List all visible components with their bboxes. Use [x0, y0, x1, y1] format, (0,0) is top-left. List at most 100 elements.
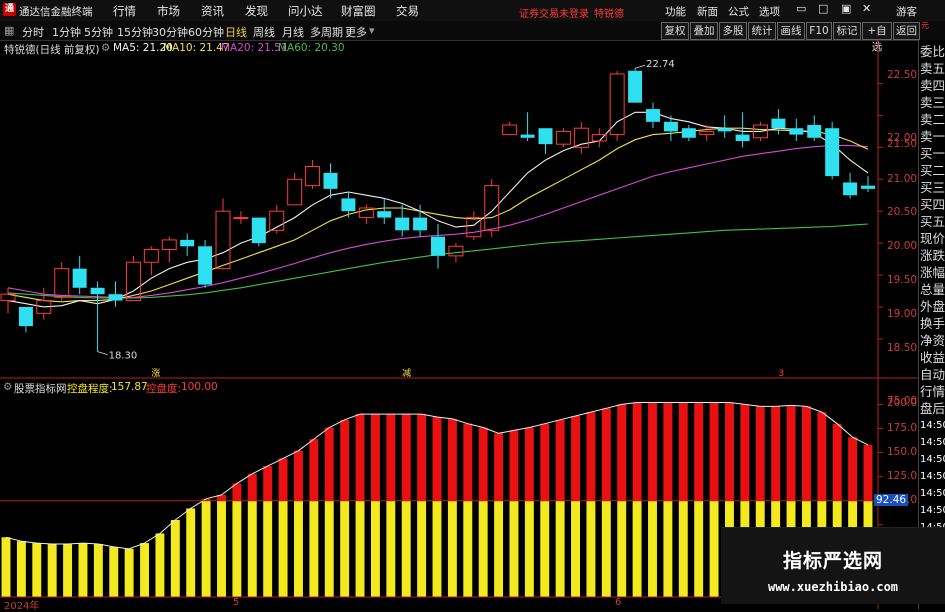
candle [0, 287, 16, 314]
control-bar [555, 419, 565, 597]
control-bar-base [263, 500, 273, 597]
candle-body [789, 128, 804, 135]
menu-market[interactable]: 市场 [157, 3, 180, 19]
period-5min[interactable]: 5分钟 [84, 24, 113, 40]
indicator-name: 股票指标网 [14, 383, 67, 395]
candle-body [72, 268, 87, 288]
multi-stock-button[interactable]: 多股 [719, 22, 747, 40]
candle-body [466, 217, 482, 238]
mark-button[interactable]: 标记 [833, 22, 861, 40]
control-bar-excess [540, 423, 550, 501]
menu-function[interactable]: 功能 [665, 4, 686, 19]
minimize-icon[interactable]: ▭ [796, 2, 806, 15]
control-bar-base [694, 500, 704, 597]
control-bar-excess [432, 416, 442, 501]
login-alert[interactable]: 证券交易未登录 [519, 5, 589, 20]
period-intraday[interactable]: 分时 [22, 24, 44, 40]
period-daily[interactable]: 日线 [225, 24, 247, 40]
menu-new-layout[interactable]: 新面 [697, 4, 718, 19]
candle-body [54, 268, 70, 298]
candle [843, 172, 858, 199]
menu-wealth[interactable]: 财富圈 [341, 3, 376, 19]
watermark-title: 指标严选网 [782, 550, 883, 572]
chevron-down-icon[interactable]: ▾ [369, 24, 375, 37]
candle-body [843, 182, 858, 196]
period-60min[interactable]: 60分钟 [188, 24, 224, 40]
control-bar-excess [863, 444, 873, 501]
period-more[interactable]: 更多 [345, 24, 367, 40]
period-15min[interactable]: 15分钟 [117, 24, 153, 40]
control-bar [571, 415, 580, 597]
restore-icon[interactable]: ▣ [841, 2, 851, 15]
control-bar [663, 402, 673, 597]
indicator-settings-icon[interactable]: ⚙ [3, 381, 12, 393]
menu-formula[interactable]: 公式 [728, 4, 749, 19]
event-marker: 涨 [151, 368, 160, 379]
candle [520, 112, 535, 141]
control-bar-excess [648, 402, 657, 501]
control-bar [632, 402, 642, 597]
close-icon[interactable]: ✕ [862, 2, 871, 15]
chart-area[interactable]: 22.7418.30涨减 3 [0, 40, 918, 609]
draw-line-button[interactable]: 画线 [777, 22, 805, 40]
period-1min[interactable]: 1分钟 [52, 24, 81, 40]
overlay-button[interactable]: 叠加 [690, 22, 718, 40]
candle-body [161, 239, 177, 250]
control-bar-base [247, 500, 257, 597]
menu-quotes[interactable]: 行情 [113, 3, 136, 19]
control-bar-base [709, 500, 719, 597]
control-bar [586, 412, 596, 597]
menu-news[interactable]: 资讯 [201, 3, 224, 19]
indicator-label2: 控盘度: [146, 383, 182, 395]
control-bar [93, 544, 103, 597]
candle-body [233, 217, 249, 220]
statistics-button[interactable]: 统计 [748, 22, 776, 40]
menu-options[interactable]: 选项 [759, 4, 780, 19]
menu-discover[interactable]: 发现 [245, 3, 268, 19]
control-bar-base [648, 500, 657, 597]
candle [573, 121, 589, 154]
control-bar-base [524, 500, 534, 597]
control-bar-base [278, 500, 288, 597]
price-unit-marker: 元 [921, 21, 929, 30]
menu-trade[interactable]: 交易 [396, 3, 419, 19]
price-tick: 21.00 [887, 173, 918, 185]
control-bar-excess [370, 414, 380, 501]
indicator-value: 157.87 [111, 381, 148, 393]
menu-ask[interactable]: 问小达 [288, 3, 323, 19]
grid-icon[interactable]: ▦ [4, 24, 14, 37]
control-bar-excess [478, 427, 488, 501]
control-bar [509, 430, 519, 597]
period-weekly[interactable]: 周线 [253, 24, 275, 40]
app-title: 通达信金融终端 [19, 6, 93, 18]
maximize-icon[interactable]: □ [818, 2, 828, 15]
control-bar-base [601, 500, 611, 597]
f10-button[interactable]: F10 [806, 22, 832, 40]
control-bar-excess [817, 412, 827, 501]
candle [233, 211, 249, 224]
control-bar [140, 543, 149, 597]
candle-body [555, 130, 571, 145]
control-bar-excess [263, 466, 273, 501]
period-multi[interactable]: 多周期 [310, 24, 343, 40]
control-bar [417, 414, 427, 597]
period-monthly[interactable]: 月线 [282, 24, 304, 40]
control-bar [32, 543, 42, 597]
control-bar-base [32, 543, 42, 597]
control-bar-excess [355, 414, 365, 501]
period-30min[interactable]: 30分钟 [152, 24, 188, 40]
candle-body [502, 124, 518, 136]
candle-body [520, 134, 535, 138]
candle-body [180, 239, 195, 247]
candle-body [538, 128, 553, 145]
ind-tick: 200.0 [887, 397, 918, 410]
restore-rights-button[interactable]: 复权 [661, 22, 689, 40]
low-pointer [97, 351, 108, 356]
guest-label[interactable]: 游客 [896, 4, 917, 19]
back-button[interactable]: 返回 [893, 22, 920, 40]
low-label: 18.30 [109, 351, 138, 362]
control-bar [217, 494, 226, 597]
control-bar-base [355, 500, 365, 597]
candle-body [125, 261, 141, 302]
add-watchlist-button[interactable]: +自选 [862, 22, 892, 53]
